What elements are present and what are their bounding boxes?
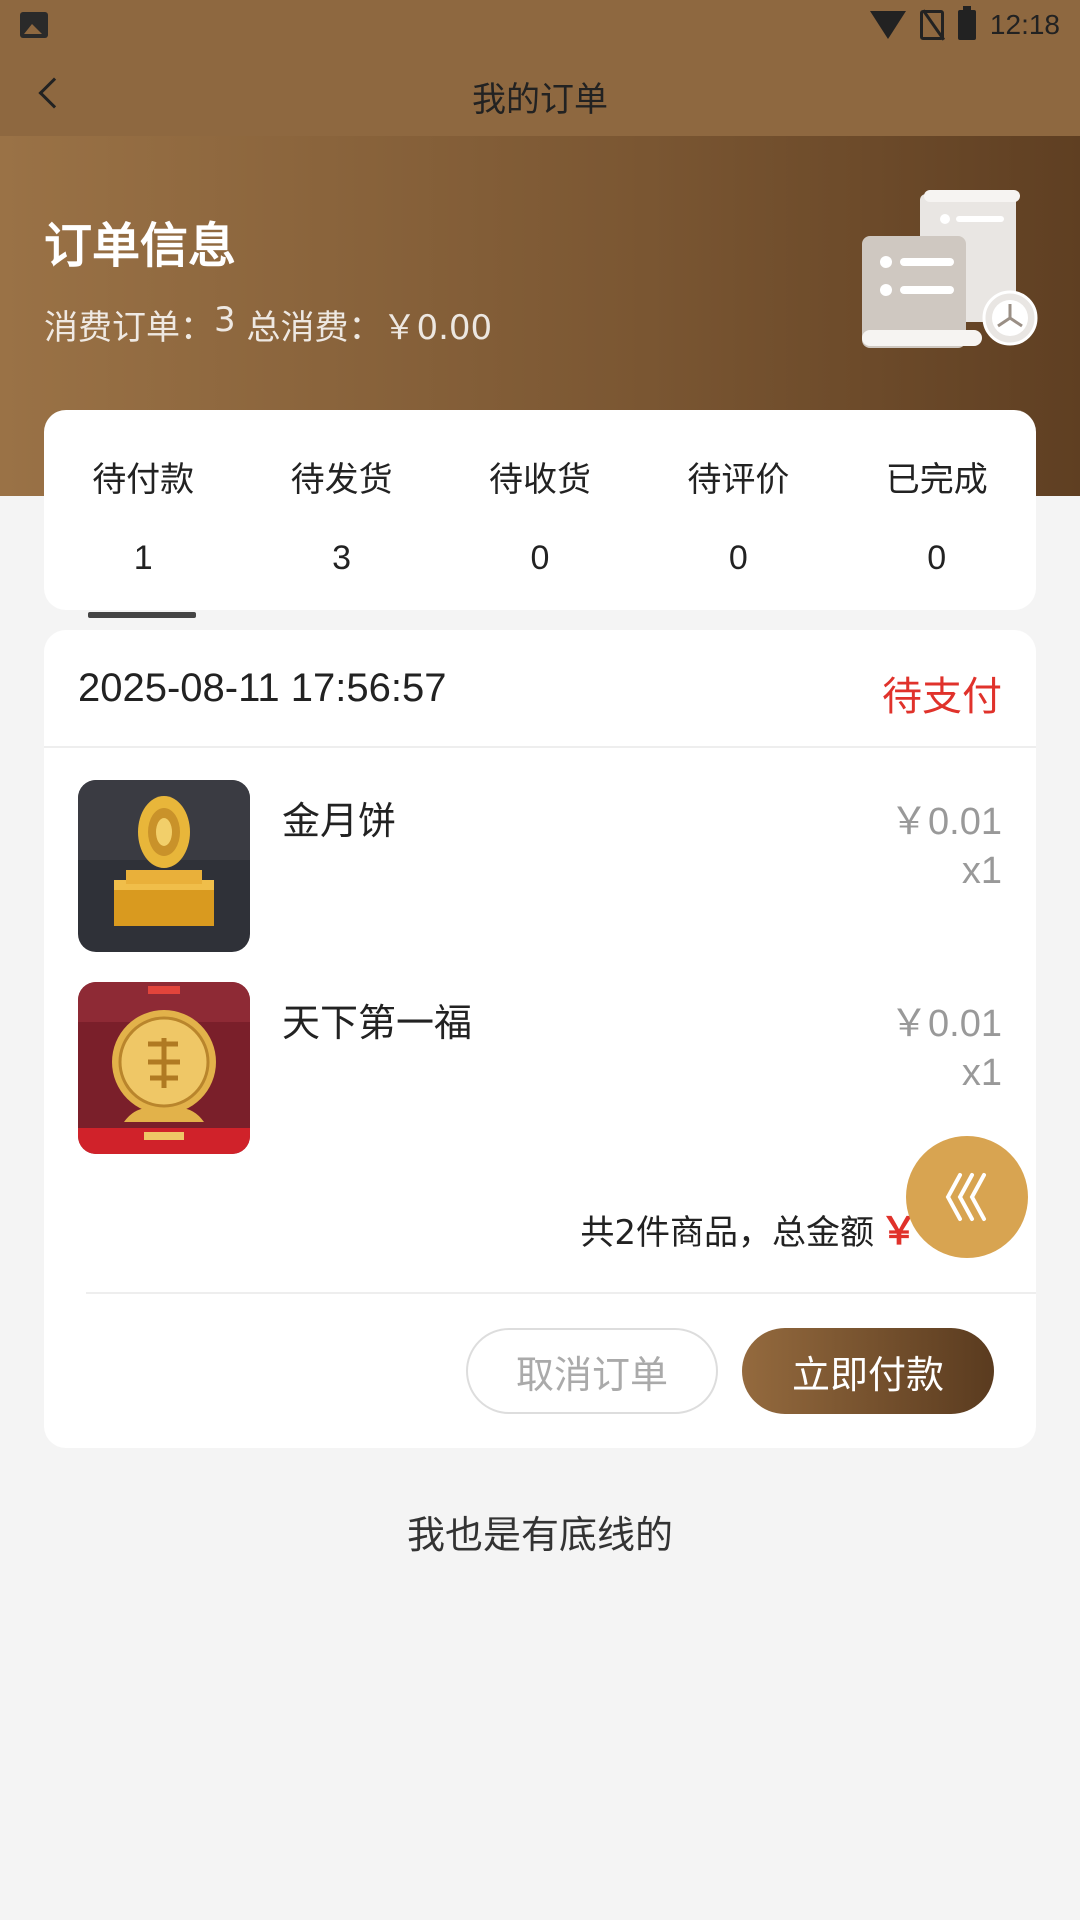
spend-value: ￥0.00 — [382, 308, 493, 348]
item-name: 天下第一福 — [282, 1001, 473, 1045]
orders-count: 3 — [214, 300, 236, 340]
wifi-icon — [869, 11, 906, 39]
tab-label: 待付款 — [92, 460, 195, 500]
item-name: 金月饼 — [282, 799, 397, 843]
page-title: 我的订单 — [472, 80, 608, 120]
cancel-order-button[interactable]: 取消订单 — [466, 1328, 718, 1414]
tab-label: 待收货 — [488, 460, 591, 500]
spend-label: 总消费： — [235, 308, 383, 348]
end-of-list-text: 我也是有底线的 — [406, 1513, 673, 1557]
tab-completed[interactable]: 已完成 0 — [838, 410, 1036, 578]
tab-count: 0 — [927, 539, 947, 577]
tab-pending-payment[interactable]: 待付款 1 — [44, 410, 242, 578]
divider — [86, 1292, 1036, 1294]
no-sim-icon — [919, 10, 944, 40]
item-price: ￥0.01 — [890, 801, 1002, 843]
order-time: 2025-08-11 17:56:57 — [78, 666, 447, 710]
list-item[interactable]: 金月饼 ￥0.01 x1 — [78, 780, 1002, 952]
tab-pending-shipment[interactable]: 待发货 3 — [243, 410, 441, 578]
order-status-tabs: 待付款 1 待发货 3 待收货 0 待评价 0 已完成 0 — [44, 410, 1036, 610]
item-price: ￥0.01 — [890, 1003, 1002, 1045]
battery-icon — [957, 6, 976, 40]
order-total-text: 共2件商品，总金额 — [580, 1213, 874, 1253]
order-header: 2025-08-11 17:56:57 待支付 — [44, 630, 1036, 748]
order-status: 待支付 — [882, 674, 1002, 720]
tab-count: 1 — [133, 539, 153, 577]
list-item[interactable]: 天下第一福 ￥0.01 x1 — [78, 982, 1002, 1154]
tab-pending-receipt[interactable]: 待收货 0 — [441, 410, 639, 578]
active-tab-indicator — [88, 612, 196, 618]
tab-count: 0 — [530, 539, 550, 577]
tab-label: 待发货 — [290, 460, 393, 500]
order-summary: 消费订单： 3 总消费： ￥0.00 — [44, 300, 492, 349]
gold-fu-plaque-image — [78, 982, 250, 1154]
tab-count: 3 — [332, 539, 352, 577]
tab-count: 0 — [728, 539, 748, 577]
item-quantity: x1 — [961, 850, 1002, 892]
tab-label: 已完成 — [885, 460, 988, 500]
receipt-scroll-clock-icon — [862, 190, 1038, 348]
tab-label: 待评价 — [687, 460, 790, 500]
pay-now-button[interactable]: 立即付款 — [742, 1328, 994, 1414]
order-card[interactable]: 2025-08-11 17:56:57 待支付 金月饼 ￥0.01 x1 天下第… — [44, 630, 1036, 1448]
order-total: 共2件商品，总金额 ￥ — [580, 1200, 918, 1255]
scroll-top-button[interactable] — [906, 1136, 1028, 1258]
scroll-top-icon — [945, 1173, 986, 1221]
item-quantity: x1 — [961, 1052, 1002, 1094]
status-bar: 12:18 — [0, 0, 1080, 50]
gold-mooncake-image — [78, 780, 250, 952]
header-title: 订单信息 — [44, 218, 237, 274]
tab-pending-review[interactable]: 待评价 0 — [639, 410, 837, 578]
status-time: 12:18 — [989, 9, 1060, 40]
orders-label: 消费订单： — [44, 308, 214, 348]
image-icon — [20, 12, 48, 38]
nav-bar: 我的订单 — [0, 50, 1080, 136]
